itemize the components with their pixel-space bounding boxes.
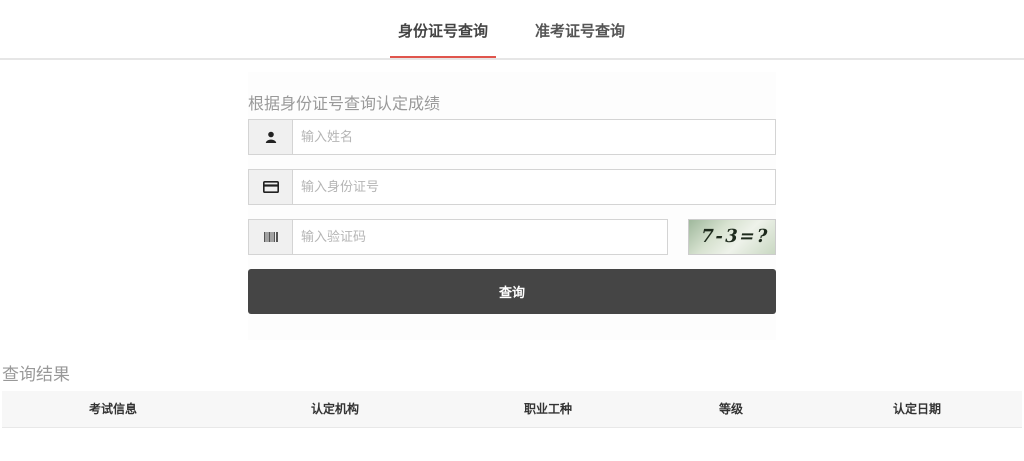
captcha-text: 7-3=? xyxy=(698,226,772,247)
user-icon xyxy=(249,120,293,154)
barcode-icon xyxy=(249,220,293,254)
idcard-input[interactable] xyxy=(301,170,769,204)
column-header-occupation: 职业工种 xyxy=(523,402,572,416)
captcha-input[interactable] xyxy=(301,220,661,254)
results-table-header: 考试信息 认定机构 职业工种 等级 认定日期 xyxy=(2,391,1022,428)
name-input[interactable] xyxy=(301,120,769,154)
tabs-bar: 身份证号查询 准考证号查询 xyxy=(0,0,1024,60)
tab-admission-ticket-query[interactable]: 准考证号查询 xyxy=(532,20,628,58)
query-button[interactable]: 查询 xyxy=(248,269,776,314)
id-card-icon xyxy=(249,170,293,204)
captcha-image[interactable]: 7-3=? xyxy=(688,219,776,255)
results-title: 查询结果 xyxy=(2,365,70,385)
name-field xyxy=(248,119,776,155)
column-header-institution: 认定机构 xyxy=(310,402,359,416)
column-header-level: 等级 xyxy=(718,402,743,416)
tab-id-card-query[interactable]: 身份证号查询 xyxy=(390,20,496,58)
form-title: 根据身份证号查询认定成绩 xyxy=(248,94,441,113)
column-header-date: 认定日期 xyxy=(892,402,941,416)
idcard-field xyxy=(248,169,776,205)
column-header-exam-info: 考试信息 xyxy=(88,402,137,416)
captcha-field xyxy=(248,219,668,255)
